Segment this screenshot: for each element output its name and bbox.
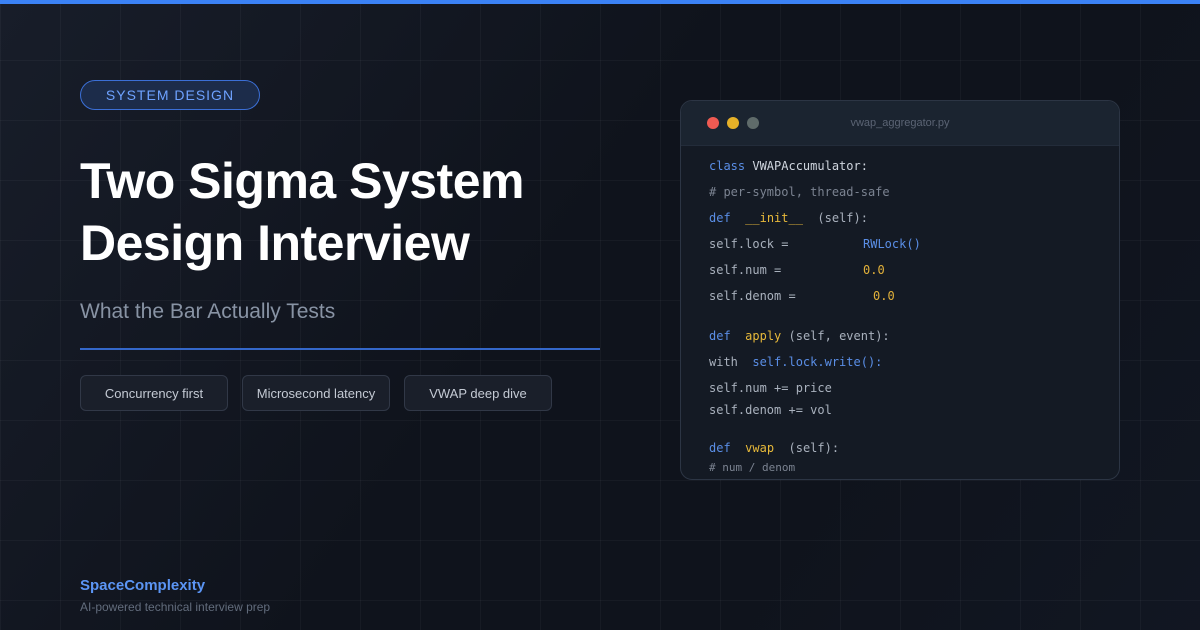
top-accent-bar: [0, 0, 1200, 4]
topic-pill-latency: Microsecond latency: [242, 375, 390, 411]
topic-pill-concurrency: Concurrency first: [80, 375, 228, 411]
code-line-5-value: 0.0: [863, 263, 885, 277]
code-window-titlebar: vwap_aggregator.py: [681, 101, 1119, 146]
title-line-2: Design Interview: [80, 215, 470, 271]
divider: [80, 348, 600, 350]
code-line-7: def apply (self, event):: [709, 329, 890, 343]
code-line-10: self.denom += vol: [709, 403, 832, 417]
code-filename: vwap_aggregator.py: [850, 117, 950, 129]
page-subtitle: What the Bar Actually Tests: [80, 300, 336, 323]
code-line-11: def vwap (self):: [709, 441, 840, 455]
topic-pill-vwap: VWAP deep dive: [404, 375, 552, 411]
code-line-4: self.lock =: [709, 237, 789, 251]
code-line-2: # per-symbol, thread-safe: [709, 185, 890, 199]
page-title: Two Sigma System Design Interview: [80, 150, 640, 274]
code-line-9: self.num += price: [709, 381, 832, 395]
code-line-5: self.num =: [709, 263, 782, 277]
code-line-6-value: 0.0: [873, 289, 895, 303]
code-line-3: def __init__ (self):: [709, 211, 868, 225]
title-line-1: Two Sigma System: [80, 153, 524, 209]
category-tag: SYSTEM DESIGN: [80, 80, 260, 110]
code-line-6: self.denom =: [709, 289, 796, 303]
brand-name: SpaceComplexity: [80, 577, 206, 594]
code-line-1: class VWAPAccumulator:: [709, 159, 868, 173]
brand-tagline: AI-powered technical interview prep: [80, 600, 271, 614]
code-window: vwap_aggregator.py class VWAPAccumulator…: [680, 100, 1120, 480]
code-line-4-value: RWLock(): [863, 237, 921, 251]
code-line-12: # num / denom: [709, 461, 796, 474]
code-line-8: with self.lock.write():: [709, 355, 883, 369]
